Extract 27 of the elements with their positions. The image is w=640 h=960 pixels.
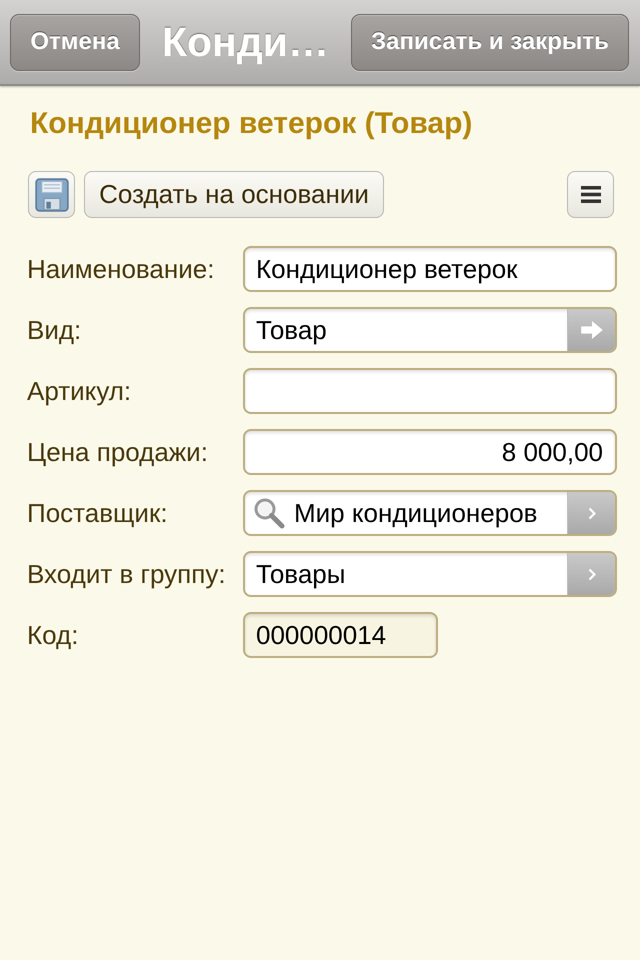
menu-icon xyxy=(580,186,600,203)
search-icon xyxy=(253,497,285,529)
chevron-right-icon xyxy=(588,506,596,520)
right-arrow-icon xyxy=(580,321,602,339)
menu-button[interactable] xyxy=(567,171,614,218)
field-label: Вид: xyxy=(27,314,82,346)
field-label: Код: xyxy=(27,620,80,650)
field-label: Цена продажи: xyxy=(27,436,209,468)
open-button[interactable] xyxy=(567,309,615,351)
field-label: Поставщик: xyxy=(27,498,169,528)
readonly-field[interactable]: 000000014 xyxy=(243,612,438,658)
select-field[interactable]: Товар xyxy=(243,307,617,353)
text-field[interactable] xyxy=(243,368,617,414)
chevron-right-icon xyxy=(588,568,596,580)
window-title: Конди… xyxy=(160,18,330,66)
save-button[interactable] xyxy=(28,171,75,218)
form-title: Кондиционер ветерок (Товар) xyxy=(30,106,472,142)
select-field[interactable]: Товары xyxy=(243,551,617,597)
field-label: Входит в группу: xyxy=(27,558,227,590)
select-button[interactable] xyxy=(567,492,615,534)
number-field[interactable]: 8 000,00 xyxy=(243,429,617,475)
select-button[interactable] xyxy=(567,553,615,595)
lookup-field[interactable]: Мир кондиционеров xyxy=(243,490,617,536)
field-label: Наименование: xyxy=(27,254,216,284)
create-based-on-button[interactable]: Создать на основании xyxy=(84,171,384,218)
field-label: Артикул: xyxy=(27,376,132,406)
text-field[interactable]: Кондиционер ветерок xyxy=(243,246,617,292)
